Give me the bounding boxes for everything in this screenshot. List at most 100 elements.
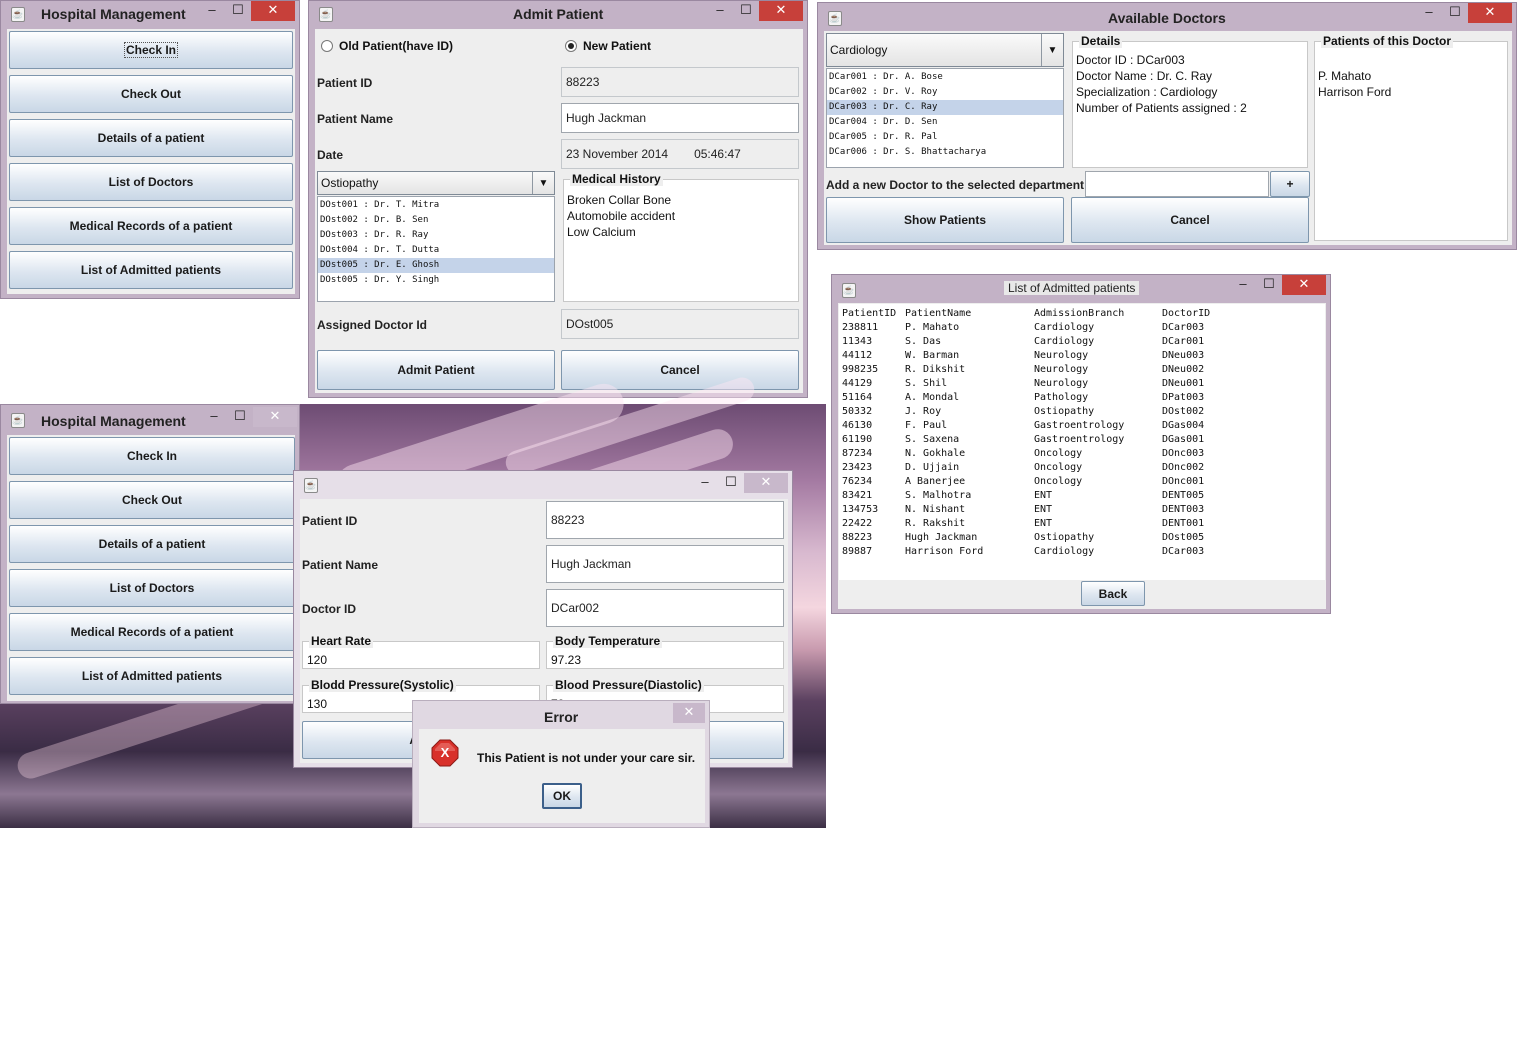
medical-history-group: Medical History Broken Collar Bone Automo… — [563, 172, 799, 302]
doctors-panel: Cardiology ▼ DCar001 : Dr. A. Bose DCar00… — [824, 31, 1512, 245]
admit-patient-window: ☕ Admit Patient – ☐ ✕ Old Patient(have I… — [308, 0, 808, 398]
table-cell: Neurology — [1034, 364, 1089, 375]
title-bar[interactable]: Error ✕ — [413, 701, 709, 727]
doctor-list-item[interactable]: DOst002 : Dr. B. Sen — [318, 213, 554, 228]
dialog-title: Error — [544, 709, 579, 725]
admit-patient-button[interactable]: Admit Patient — [317, 350, 555, 390]
doctor-list-item[interactable]: DOst005 : Dr. Y. Singh — [318, 273, 554, 288]
close-icon[interactable]: ✕ — [1468, 3, 1512, 23]
minimize-icon[interactable]: – — [709, 1, 731, 21]
title-bar[interactable]: ☕ Admit Patient – ☐ ✕ — [309, 1, 807, 27]
department-dropdown[interactable]: Ostiopathy ▼ — [317, 171, 555, 195]
doctor-list-item[interactable]: DOst004 : Dr. T. Dutta — [318, 243, 554, 258]
admitted-patients-button[interactable]: List of Admitted patients — [9, 251, 293, 289]
minimize-icon[interactable]: – — [1418, 3, 1440, 23]
minimize-icon[interactable]: – — [1232, 275, 1254, 295]
title-bar[interactable]: ☕ – ☐ ✕ — [294, 471, 792, 497]
add-doctor-input[interactable] — [1085, 171, 1269, 197]
patient-details-button[interactable]: Details of a patient — [9, 119, 293, 157]
minimize-icon[interactable]: – — [694, 473, 716, 493]
title-bar[interactable]: ☕ Available Doctors – ☐ ✕ — [818, 3, 1516, 29]
list-of-doctors-button[interactable]: List of Doctors — [9, 569, 295, 607]
close-icon[interactable]: ✕ — [1282, 275, 1326, 295]
maximize-icon[interactable]: ☐ — [1258, 275, 1280, 295]
table-cell: DCar003 — [1162, 322, 1205, 333]
old-patient-radio[interactable]: Old Patient(have ID) — [321, 39, 453, 53]
maximize-icon[interactable]: ☐ — [720, 473, 742, 493]
bp-systolic-input[interactable]: 130 — [307, 697, 327, 711]
table-cell: D. Ujjain — [905, 462, 960, 473]
title-bar[interactable]: ☕ Hospital Management – ☐ ✕ — [1, 405, 299, 431]
cancel-button[interactable]: Cancel — [1071, 197, 1309, 243]
close-icon[interactable]: ✕ — [673, 703, 705, 723]
patient-details-button[interactable]: Details of a patient — [9, 525, 295, 563]
heart-rate-input[interactable]: 120 — [307, 653, 327, 667]
doctor-list-item[interactable]: DOst001 : Dr. T. Mitra — [318, 198, 554, 213]
doctor-list-item[interactable]: DCar004 : Dr. D. Sen — [827, 115, 1063, 130]
patient-name-input[interactable]: Hugh Jackman — [546, 545, 784, 583]
maximize-icon[interactable]: ☐ — [1444, 3, 1466, 23]
close-icon[interactable]: ✕ — [759, 1, 803, 21]
patient-id-input[interactable]: 88223 — [546, 501, 784, 539]
add-doctor-button[interactable]: + — [1270, 171, 1310, 197]
title-bar[interactable]: ☕ Hospital Management – ☐ ✕ — [1, 1, 299, 27]
ok-button[interactable]: OK — [542, 783, 582, 809]
window-title: List of Admitted patients — [1004, 281, 1140, 295]
medical-records-button[interactable]: Medical Records of a patient — [9, 613, 295, 651]
medical-records-button[interactable]: Medical Records of a patient — [9, 207, 293, 245]
medical-history-textarea[interactable]: Broken Collar Bone Automobile accident Low… — [567, 192, 675, 240]
table-cell: 134753 — [842, 504, 879, 515]
menu-panel: Check In Check Out Details of a patient … — [7, 435, 295, 701]
table-cell: DCar003 — [1162, 546, 1205, 557]
table-cell: Gastroentrology — [1034, 420, 1125, 431]
doctor-list-item[interactable]: DOst005 : Dr. E. Ghosh — [318, 258, 554, 273]
close-icon[interactable]: ✕ — [253, 407, 297, 427]
body-temperature-input[interactable]: 97.23 — [551, 653, 581, 667]
doctor-list[interactable]: DCar001 : Dr. A. Bose DCar002 : Dr. V. Ro… — [826, 68, 1064, 168]
admit-form: Old Patient(have ID) New Patient Patient… — [315, 29, 803, 393]
close-icon[interactable]: ✕ — [744, 473, 788, 493]
patient-name-item: Harrison Ford — [1318, 85, 1392, 99]
doctor-list-item[interactable]: DCar003 : Dr. C. Ray — [827, 100, 1063, 115]
admitted-patients-button[interactable]: List of Admitted patients — [9, 657, 295, 695]
check-in-button[interactable]: Check In — [9, 437, 295, 475]
doctor-list-item[interactable]: DCar002 : Dr. V. Roy — [827, 85, 1063, 100]
table-cell: R. Dikshit — [905, 364, 966, 375]
patient-name-input[interactable]: Hugh Jackman — [561, 103, 799, 133]
java-app-icon: ☕ — [304, 478, 318, 493]
table-cell: DENT003 — [1162, 504, 1205, 515]
table-cell: ENT — [1034, 518, 1053, 529]
check-in-button[interactable]: Check In — [9, 31, 293, 69]
maximize-icon[interactable]: ☐ — [229, 407, 251, 427]
title-bar[interactable]: ☕ List of Admitted patients – ☐ ✕ — [832, 275, 1330, 301]
list-of-doctors-button[interactable]: List of Doctors — [9, 163, 293, 201]
doctor-list-item[interactable]: DCar001 : Dr. A. Bose — [827, 70, 1063, 85]
doctor-list[interactable]: DOst001 : Dr. T. Mitra DOst002 : Dr. B. S… — [317, 196, 555, 302]
department-dropdown[interactable]: Cardiology ▼ — [826, 33, 1064, 67]
minimize-icon[interactable]: – — [201, 1, 223, 21]
doctor-list-item[interactable]: DCar005 : Dr. R. Pal — [827, 130, 1063, 145]
table-cell: Ostiopathy — [1034, 532, 1095, 543]
check-out-button[interactable]: Check Out — [9, 75, 293, 113]
patients-of-doctor-list: P. Mahato Harrison Ford — [1318, 68, 1391, 100]
maximize-icon[interactable]: ☐ — [735, 1, 757, 21]
show-patients-button[interactable]: Show Patients — [826, 197, 1064, 243]
doctor-id-input[interactable]: DCar002 — [546, 589, 784, 627]
table-cell: Harrison Ford — [905, 546, 984, 557]
table-cell: A Banerjee — [905, 476, 966, 487]
chevron-down-icon[interactable]: ▼ — [532, 172, 554, 194]
chevron-down-icon[interactable]: ▼ — [1041, 34, 1063, 66]
close-icon[interactable]: ✕ — [251, 1, 295, 21]
doctor-list-item[interactable]: DOst003 : Dr. R. Ray — [318, 228, 554, 243]
doctor-list-item[interactable]: DCar006 : Dr. S. Bhattacharya — [827, 145, 1063, 160]
maximize-icon[interactable]: ☐ — [227, 1, 249, 21]
table-header-cell: AdmissionBranch — [1034, 308, 1125, 319]
check-out-button[interactable]: Check Out — [9, 481, 295, 519]
details-group: Details Doctor ID : DCar003 Doctor Name :… — [1072, 34, 1308, 168]
window-title: Available Doctors — [1108, 10, 1226, 26]
table-cell: 11343 — [842, 336, 873, 347]
new-patient-radio[interactable]: New Patient — [565, 39, 651, 53]
back-button[interactable]: Back — [1081, 581, 1145, 606]
table-cell: 89887 — [842, 546, 873, 557]
minimize-icon[interactable]: – — [203, 407, 225, 427]
